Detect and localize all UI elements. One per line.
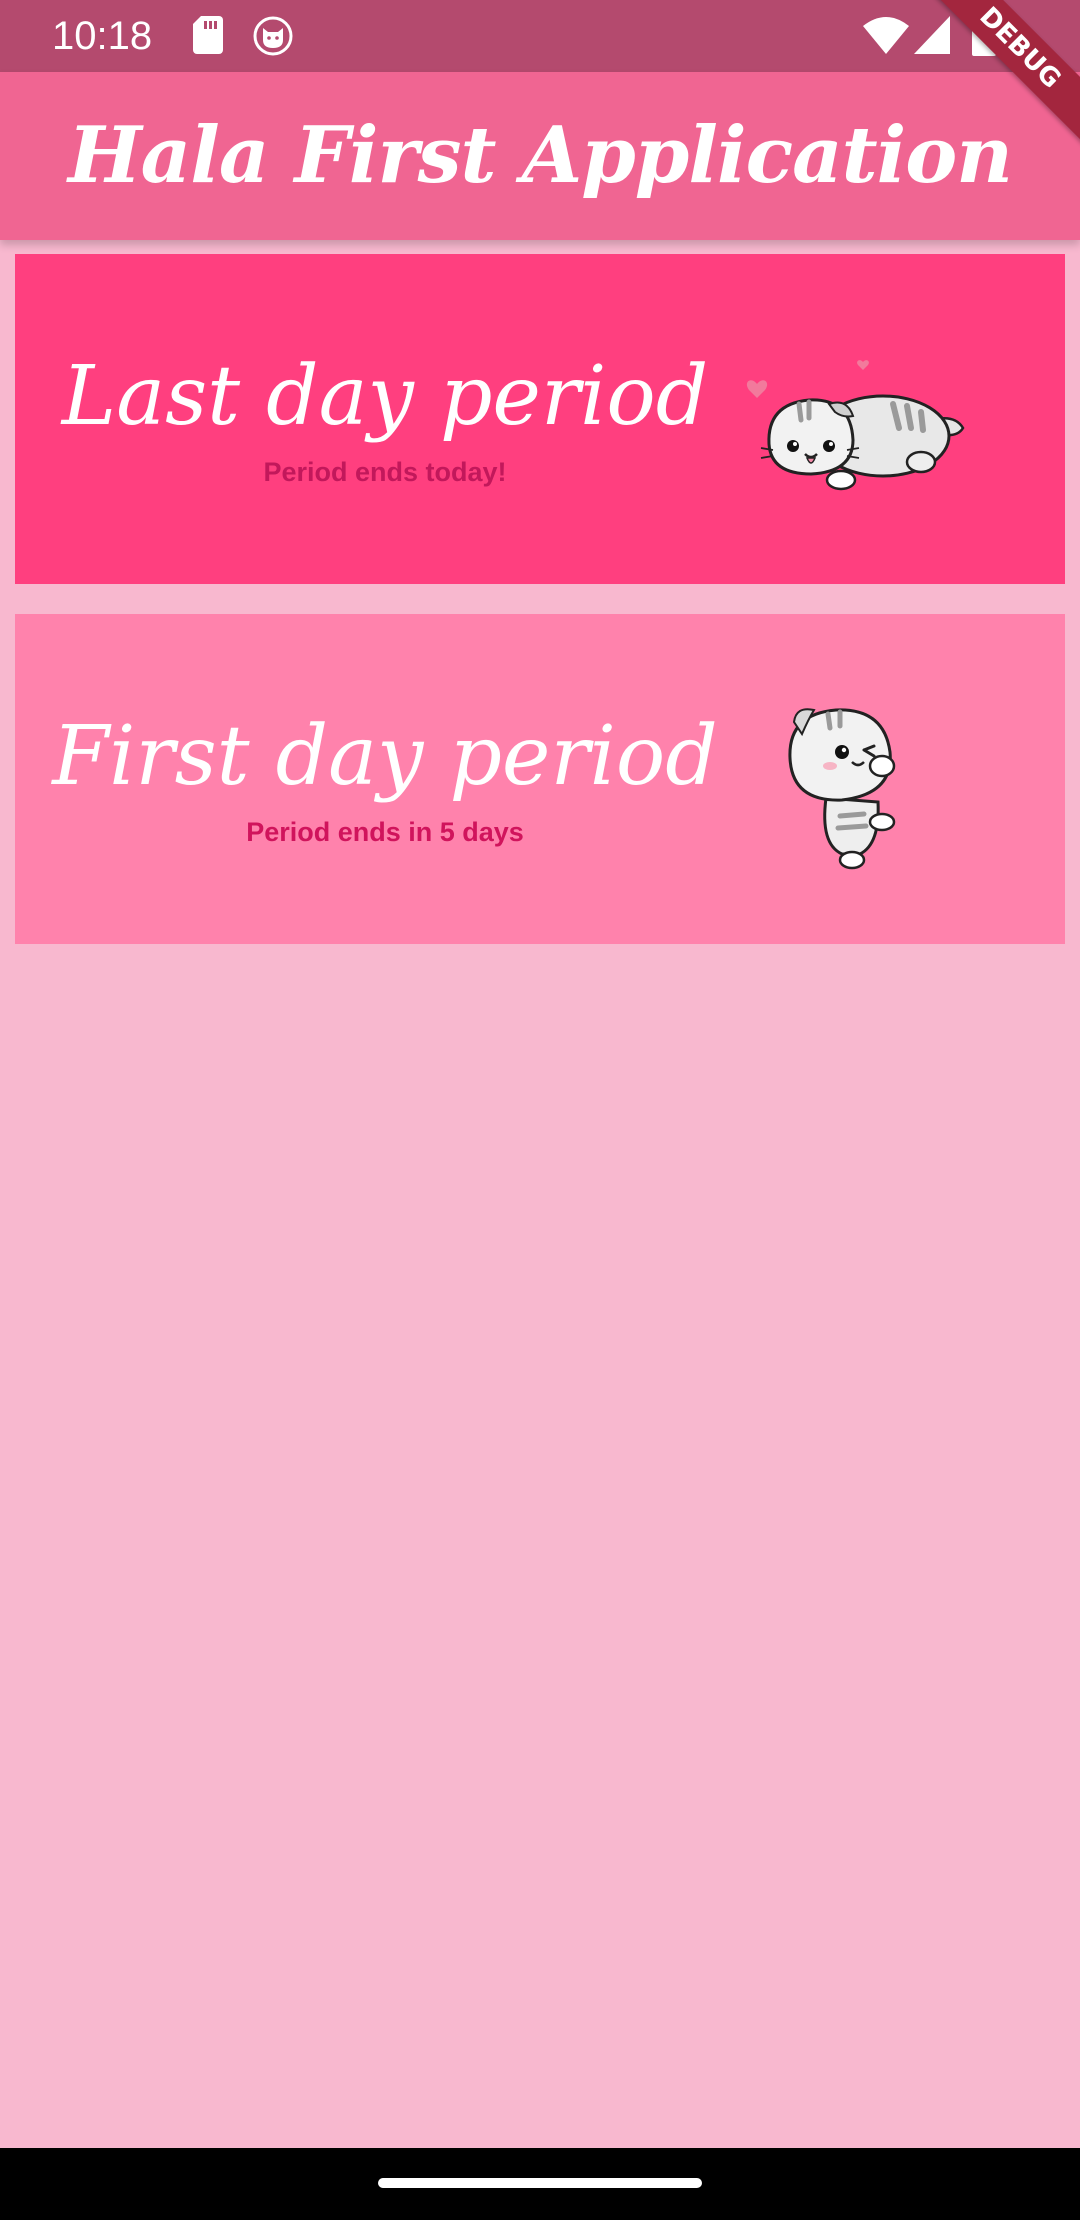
status-bar: 10:18 bbox=[0, 0, 1080, 72]
signal-icon bbox=[914, 16, 950, 54]
app-screen: 10:18 DEBUG Hala First Application Last … bbox=[0, 0, 1080, 2220]
last-day-period-card[interactable]: Last day period Period ends today! bbox=[15, 254, 1065, 584]
wifi-icon bbox=[863, 17, 909, 54]
status-time: 10:18 bbox=[52, 14, 153, 58]
app-title: Hala First Application bbox=[67, 110, 1013, 201]
app-bar: Hala First Application bbox=[0, 72, 1080, 240]
system-navigation-bar bbox=[0, 2148, 1080, 2220]
sd-card-icon bbox=[193, 16, 223, 54]
cat-lying-hearts-illustration bbox=[746, 360, 965, 491]
card-title: Last day period bbox=[61, 349, 709, 444]
card-title: First day period bbox=[52, 709, 718, 804]
home-gesture-handle[interactable] bbox=[378, 2178, 702, 2188]
first-day-period-card[interactable]: First day period Period ends in 5 days bbox=[15, 614, 1065, 944]
card-subtitle: Period ends today! bbox=[263, 457, 507, 487]
cat-winking-illustration bbox=[788, 708, 896, 870]
card-subtitle: Period ends in 5 days bbox=[246, 817, 524, 847]
cat-notification-icon bbox=[253, 16, 293, 56]
